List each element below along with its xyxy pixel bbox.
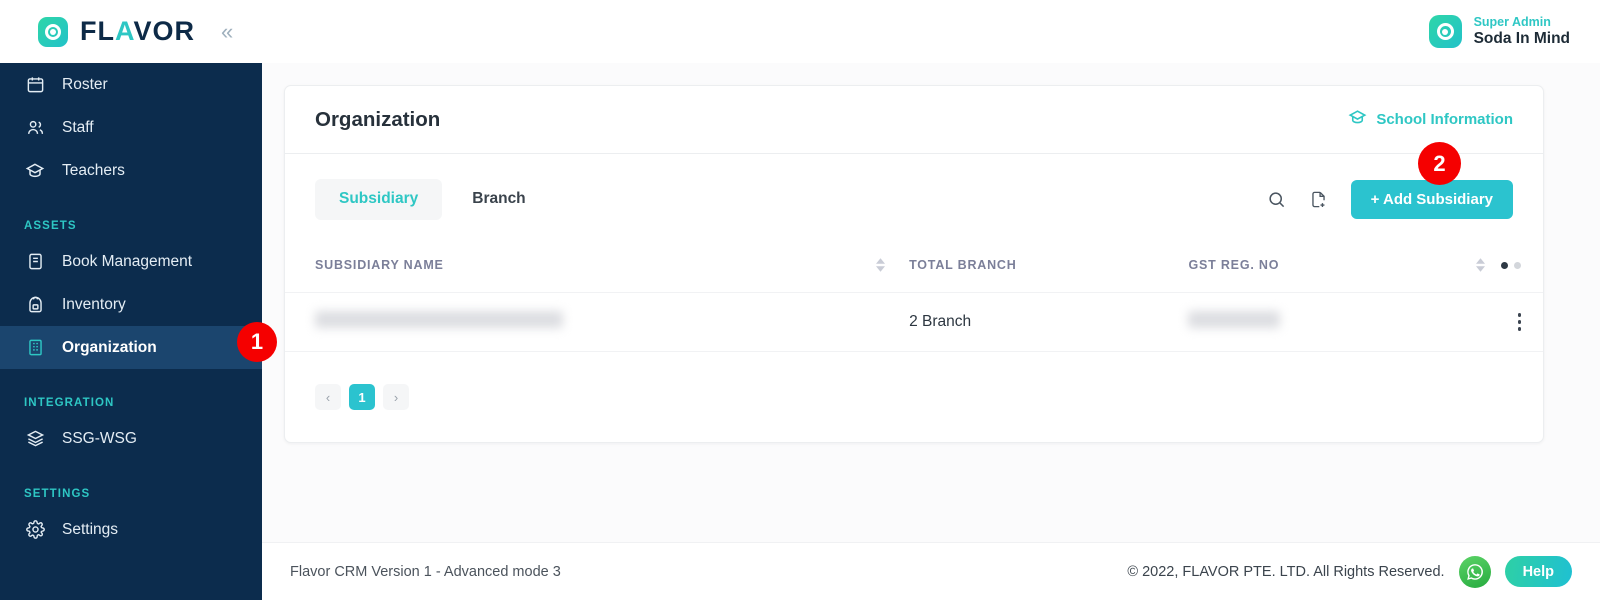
flavor-logo-icon (38, 16, 68, 47)
table-body: 2 Branch (285, 292, 1543, 352)
column-header-subsidiary-name[interactable]: SUBSIDIARY NAME (285, 244, 909, 293)
gear-icon (24, 519, 46, 541)
help-button[interactable]: Help (1504, 556, 1572, 587)
user-role: Super Admin (1473, 14, 1551, 29)
add-subsidiary-button[interactable]: + Add Subsidiary (1350, 179, 1513, 219)
building-icon (24, 337, 46, 359)
users-icon (24, 117, 46, 139)
pagination-next[interactable]: › (383, 384, 409, 410)
main-content: Organization School Information Subsidia… (262, 63, 1600, 600)
backpack-icon (24, 294, 46, 316)
subsidiary-table: SUBSIDIARY NAME TOTAL BRANCH GST REG. NO… (285, 244, 1543, 352)
footer-copyright: © 2022, FLAVOR PTE. LTD. All Rights Rese… (1127, 563, 1445, 580)
footer: Flavor CRM Version 1 - Advanced mode 3 ©… (262, 542, 1600, 600)
cell-total-branch: 2 Branch (909, 292, 1189, 352)
sidebar-item-inventory[interactable]: Inventory (0, 283, 262, 326)
sidebar-section-settings: SETTINGS (24, 488, 91, 500)
organization-card: Organization School Information Subsidia… (284, 85, 1544, 443)
tab-list: Subsidiary Branch (315, 178, 550, 220)
sidebar-item-teachers[interactable]: Teachers (0, 149, 262, 192)
sidebar-collapse-icon[interactable]: « (221, 20, 233, 43)
column-header-gst-reg-no[interactable]: GST REG. NO (1188, 244, 1418, 293)
cell-subsidiary-name (285, 292, 910, 352)
step-badge-2: 2 (1418, 142, 1461, 185)
sort-icon[interactable] (876, 258, 886, 272)
user-menu[interactable]: Super Admin Soda In Mind (1428, 15, 1600, 48)
brand-word-accent: A (115, 16, 134, 46)
graduation-cap-icon (24, 160, 46, 182)
brand-logo[interactable]: FLAVOR « (0, 16, 262, 47)
sidebar-item-label: Staff (62, 118, 94, 136)
footer-version: Flavor CRM Version 1 - Advanced mode 3 (290, 563, 561, 580)
sidebar-item-label: Teachers (62, 161, 125, 179)
top-bar: FLAVOR « Super Admin Soda In Mind (0, 0, 1600, 63)
column-label: TOTAL BRANCH (909, 258, 1017, 272)
sidebar-item-label: Roster (62, 75, 108, 93)
card-toolbar: Subsidiary Branch + Add Subsidiary (285, 154, 1543, 244)
tab-subsidiary[interactable]: Subsidiary (315, 178, 443, 220)
avatar (1428, 15, 1462, 48)
sidebar-item-label: Inventory (62, 295, 126, 313)
sort-icon[interactable] (1476, 258, 1485, 272)
cell-row-actions (1418, 292, 1543, 352)
sidebar-item-settings[interactable]: Settings (0, 508, 262, 551)
table-header-row: SUBSIDIARY NAME TOTAL BRANCH GST REG. NO (285, 244, 1543, 293)
column-settings-icon[interactable] (1501, 261, 1521, 269)
step-badge-1: 1 (237, 322, 277, 362)
table-head: SUBSIDIARY NAME TOTAL BRANCH GST REG. NO (285, 244, 1543, 293)
layers-icon (24, 428, 46, 450)
column-label: GST REG. NO (1188, 258, 1280, 272)
redacted-value (315, 311, 563, 328)
sidebar-item-ssg-wsg[interactable]: SSG-WSG (0, 417, 262, 460)
book-icon (24, 251, 46, 273)
sidebar[interactable]: Roster Staff Teachers ASSETS Book Manage… (0, 63, 262, 600)
brand-wordmark: FLAVOR (80, 16, 195, 47)
redacted-value (1188, 311, 1281, 328)
school-information-link[interactable]: School Information (1348, 108, 1513, 131)
sidebar-item-roster[interactable]: Roster (0, 63, 262, 106)
card-header: Organization School Information (285, 86, 1543, 154)
tab-label: Subsidiary (339, 190, 419, 207)
tab-label: Branch (472, 190, 526, 207)
sidebar-item-label: Settings (62, 520, 119, 538)
graduation-cap-icon (1348, 108, 1367, 131)
tab-branch[interactable]: Branch (448, 179, 549, 220)
pagination-page-1[interactable]: 1 (349, 384, 375, 410)
file-add-icon[interactable] (1309, 190, 1328, 209)
sidebar-item-organization[interactable]: Organization (0, 326, 262, 369)
footer-right: © 2022, FLAVOR PTE. LTD. All Rights Rese… (1127, 555, 1572, 588)
table-row[interactable]: 2 Branch (285, 292, 1543, 352)
column-label: SUBSIDIARY NAME (315, 258, 444, 272)
sidebar-section-assets: ASSETS (24, 220, 77, 232)
sidebar-item-label: Book Management (62, 252, 193, 270)
sidebar-item-book-management[interactable]: Book Management (0, 240, 262, 283)
sidebar-section-integration: INTEGRATION (24, 397, 115, 409)
calendar-icon (24, 74, 46, 96)
toolbar-actions: + Add Subsidiary (1267, 179, 1513, 219)
brand-word-part1: FL (80, 16, 115, 46)
brand-word-part2: VOR (133, 16, 196, 46)
user-name: Soda In Mind (1473, 29, 1570, 47)
user-meta: Super Admin Soda In Mind (1474, 15, 1570, 48)
sidebar-item-label: SSG-WSG (62, 429, 137, 447)
sidebar-item-staff[interactable]: Staff (0, 106, 262, 149)
column-header-total-branch: TOTAL BRANCH (909, 244, 1188, 293)
school-information-label: School Information (1376, 111, 1513, 128)
page-title: Organization (315, 107, 441, 131)
row-menu-icon[interactable] (1517, 313, 1521, 331)
pagination: ‹ 1 › (285, 352, 1543, 442)
whatsapp-icon[interactable] (1458, 555, 1491, 588)
pagination-prev[interactable]: ‹ (315, 384, 341, 410)
app-root: FLAVOR « Super Admin Soda In Mind Roster (0, 0, 1600, 600)
sidebar-item-label: Organization (62, 338, 157, 356)
cell-gst-reg-no (1188, 292, 1419, 352)
search-icon[interactable] (1267, 190, 1286, 209)
column-header-actions[interactable] (1418, 244, 1543, 293)
